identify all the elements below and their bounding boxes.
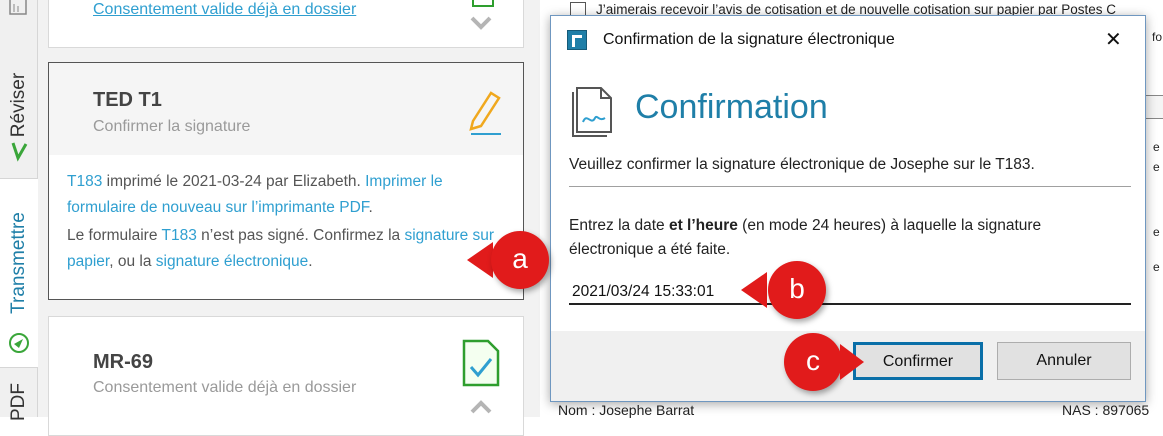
cancel-button[interactable]: Annuler — [997, 342, 1131, 380]
tab-transmettre-label: Transmettre — [8, 212, 29, 314]
chevron-down-icon[interactable] — [469, 15, 493, 31]
callout-b: b — [768, 261, 826, 319]
checkmark-icon — [11, 142, 28, 162]
card-subtitle: Confirmer la signature — [93, 118, 251, 135]
signature-message-text-3: , ou la — [109, 253, 156, 270]
print-message-end: . — [368, 199, 373, 216]
callout-a-pointer — [467, 242, 493, 278]
callout-c: c — [784, 333, 842, 391]
consent-card-top: Consentement valide déjà en dossier — [48, 0, 524, 48]
confirm-button[interactable]: Confirmer — [853, 342, 983, 380]
card-subtitle: Consentement valide déjà en dossier — [93, 379, 357, 396]
instruction-text: Entrez la date — [569, 217, 669, 234]
tab-pdf[interactable]: PDF — [0, 375, 38, 421]
dialog-titlebar[interactable]: Confirmation de la signature électroniqu… — [551, 16, 1145, 66]
mr69-card: MR-69 Consentement valide déjà en dossie… — [48, 316, 524, 436]
tab-pdf-label: PDF — [8, 383, 29, 421]
dialog-intro: Veuillez confirmer la signature électron… — [569, 156, 1035, 173]
consent-link[interactable]: Consentement valide déjà en dossier — [93, 1, 356, 19]
form-fragment: e — [1153, 140, 1160, 154]
pencil-icon[interactable] — [459, 87, 505, 137]
signature-document-icon — [572, 87, 612, 137]
card-title: TED T1 — [93, 89, 162, 111]
taxpayer-nas: NAS : 897065 — [1062, 402, 1150, 418]
send-icon — [9, 333, 29, 353]
document-check-icon — [462, 339, 500, 387]
tab-transmettre[interactable]: Transmettre — [0, 178, 38, 368]
ted-t1-card: TED T1 Confirmer la signature T183 impri… — [48, 62, 524, 300]
vertical-tab-rail: Réviser Transmettre PDF — [0, 0, 38, 421]
dialog-body: Confirmation Veuillez confirmer la signa… — [551, 66, 1145, 331]
tab-reviser[interactable]: Réviser — [0, 40, 38, 170]
document-check-icon — [472, 0, 494, 7]
signature-message-text-2: n’est pas signé. Confirmez la — [196, 227, 405, 244]
instruction-bold: et l’heure — [668, 217, 738, 234]
signature-message: Le formulaire T183 n’est pas signé. Conf… — [67, 223, 507, 275]
tab-top-partial[interactable] — [0, 0, 38, 28]
callout-c-pointer — [840, 344, 864, 380]
print-message-text: imprimé le 2021-03-24 par Elizabeth. — [102, 173, 366, 190]
t183-link[interactable]: T183 — [67, 173, 102, 190]
form-fragment: e — [1153, 160, 1160, 174]
print-message: T183 imprimé le 2021-03-24 par Elizabeth… — [67, 169, 507, 221]
dialog-instruction: Entrez la date et l’heure (en mode 24 he… — [569, 214, 1129, 262]
dialog-heading: Confirmation — [635, 88, 828, 126]
signature-message-end: . — [308, 253, 313, 270]
app-icon — [567, 30, 587, 50]
separator — [569, 186, 1131, 187]
form-field-line — [1146, 95, 1163, 119]
callout-b-pointer — [741, 272, 767, 308]
form-fragment: e — [1153, 225, 1160, 239]
document-icon — [9, 0, 27, 15]
form-fragment: e — [1153, 260, 1160, 274]
transmission-list: Consentement valide déjà en dossier TED … — [38, 0, 540, 436]
taxpayer-name: Nom : Josephe Barrat — [558, 402, 695, 418]
t183-link-2[interactable]: T183 — [161, 227, 196, 244]
callout-a: a — [491, 231, 549, 289]
form-fragment: fo — [1152, 30, 1163, 44]
close-icon[interactable]: ✕ — [1105, 27, 1122, 52]
dialog-title: Confirmation de la signature électroniqu… — [603, 31, 895, 48]
datetime-value: 2021/03/24 15:33:01 — [572, 283, 715, 300]
datetime-input[interactable]: 2021/03/24 15:33:01 — [569, 278, 1131, 305]
signature-message-text: Le formulaire — [67, 227, 162, 244]
electronic-signature-link[interactable]: signature électronique — [156, 253, 309, 270]
tab-reviser-label: Réviser — [8, 72, 29, 138]
card-title: MR-69 — [93, 351, 154, 373]
chevron-up-icon[interactable] — [469, 399, 493, 415]
